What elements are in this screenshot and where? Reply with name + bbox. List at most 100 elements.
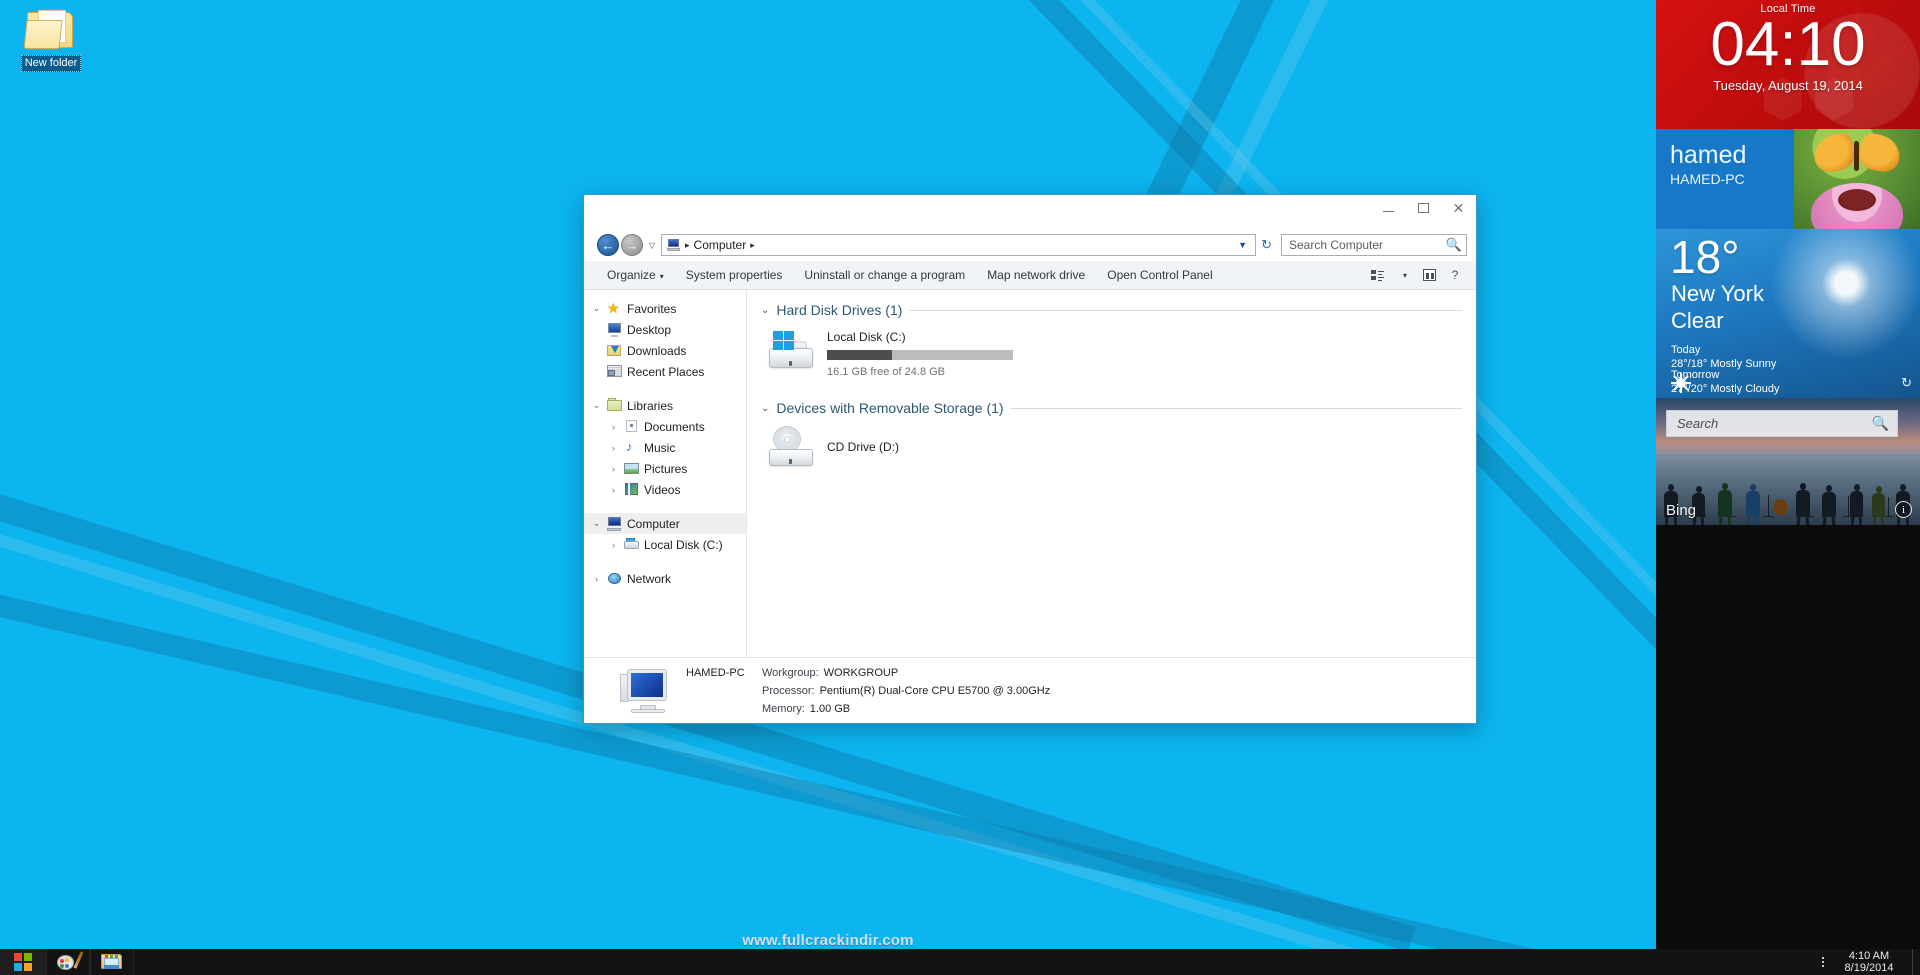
chevron-right-icon[interactable]: ›: [590, 574, 603, 584]
forward-button[interactable]: →: [621, 234, 643, 256]
navigation-pane[interactable]: ⌄ ★ Favorites Desktop Downloads Recent P…: [584, 290, 747, 657]
breadcrumb-separator: ▸: [685, 239, 690, 250]
details-processor-value: Pentium(R) Dual-Core CPU E5700 @ 3.00GHz: [819, 684, 1051, 697]
bing-search-placeholder: Search: [1677, 416, 1719, 431]
refresh-icon[interactable]: ↻: [1258, 237, 1275, 253]
desktop-icon: [607, 322, 623, 337]
chevron-down-icon: ▽: [648, 240, 656, 250]
drive-item-local-disk-c[interactable]: Local Disk (C:) 16.1 GB free of 24.8 GB: [761, 320, 1462, 378]
chevron-down-icon[interactable]: ⌄: [590, 518, 603, 529]
chevron-down-icon[interactable]: ⌄: [590, 400, 603, 411]
downloads-icon: [607, 343, 623, 358]
window-titlebar[interactable]: ✕: [584, 195, 1476, 229]
change-view-button[interactable]: [1364, 264, 1390, 286]
sidebar-item-libraries[interactable]: ⌄ Libraries: [584, 395, 746, 416]
bing-search-input[interactable]: Search 🔍: [1666, 410, 1898, 437]
group-header-hard-disk-drives[interactable]: ⌄ Hard Disk Drives (1): [761, 302, 1462, 318]
chevron-right-icon[interactable]: ›: [607, 422, 620, 432]
chevron-down-icon[interactable]: ⌄: [761, 403, 769, 414]
chevron-down-icon[interactable]: ⌄: [590, 303, 603, 314]
refresh-icon[interactable]: ↻: [1901, 375, 1912, 391]
sidebar-item-desktop[interactable]: Desktop: [584, 319, 746, 340]
sidebar-item-music[interactable]: › ♪ Music: [584, 437, 746, 458]
details-memory-label: Memory:: [762, 702, 805, 715]
sidebar-item-favorites[interactable]: ⌄ ★ Favorites: [584, 298, 746, 319]
sidebar-item-videos[interactable]: › Videos: [584, 479, 746, 500]
minimize-button[interactable]: [1371, 195, 1406, 221]
user-account-gadget[interactable]: hamed HAMED-PC: [1656, 129, 1920, 229]
uninstall-program-button[interactable]: Uninstall or change a program: [793, 264, 976, 286]
sidebar-item-local-disk-c[interactable]: › Local Disk (C:): [584, 534, 746, 555]
back-button[interactable]: ←: [597, 234, 619, 256]
address-dropdown-icon[interactable]: ▼: [1234, 240, 1251, 250]
bing-search-gadget[interactable]: Search 🔍 Bing i: [1656, 398, 1920, 525]
group-gap: [761, 378, 1462, 400]
recent-pages-button[interactable]: ▽: [645, 241, 659, 250]
photographer-silhouette: [1822, 485, 1836, 525]
tray-overflow-icon[interactable]: [1814, 951, 1832, 973]
tripod-decor: [1843, 496, 1854, 517]
clock-gadget[interactable]: 🍁 ⬢⬢ Local Time 04:10 Tuesday, August 19…: [1656, 0, 1920, 129]
tree-gap: [584, 555, 746, 568]
view-dropdown-button[interactable]: ▾: [1390, 264, 1416, 286]
user-name: hamed: [1670, 141, 1747, 169]
sidebar-item-network[interactable]: › Network: [584, 568, 746, 589]
photographer-silhouette: [1774, 499, 1787, 515]
drive-item-cd-drive-d[interactable]: CD Drive (D:): [761, 418, 1462, 468]
maximize-button[interactable]: [1406, 195, 1441, 221]
avatar[interactable]: [1794, 129, 1920, 229]
search-placeholder: Search Computer: [1289, 238, 1384, 252]
taskbar-item-file-explorer[interactable]: [90, 949, 134, 975]
desktop-icon-new-folder[interactable]: New folder: [8, 4, 94, 72]
tray-clock[interactable]: 4:10 AM 8/19/2014: [1842, 950, 1904, 974]
window-body: ⌄ ★ Favorites Desktop Downloads Recent P…: [584, 290, 1476, 657]
taskbar[interactable]: 4:10 AM 8/19/2014: [0, 949, 1920, 975]
clock-time: 04:10: [1710, 10, 1866, 79]
content-pane[interactable]: ⌄ Hard Disk Drives (1) Local Disk (C:) 1…: [747, 290, 1476, 657]
map-network-drive-button[interactable]: Map network drive: [976, 264, 1096, 286]
chevron-down-icon[interactable]: ⌄: [761, 305, 769, 316]
sidebar-item-computer[interactable]: ⌄ Computer: [584, 513, 746, 534]
sidebar-item-label: Computer: [627, 516, 680, 531]
close-button[interactable]: ✕: [1441, 195, 1476, 221]
tree-gap: [584, 382, 746, 395]
chevron-right-icon[interactable]: ›: [607, 464, 620, 474]
photographer-silhouette: [1746, 484, 1760, 525]
chevron-right-icon[interactable]: ›: [607, 443, 620, 453]
help-button[interactable]: ?: [1442, 264, 1468, 286]
organize-button[interactable]: Organize ▾: [596, 264, 675, 286]
view-list-icon: [1370, 269, 1384, 281]
info-icon[interactable]: i: [1895, 501, 1912, 518]
preview-pane-button[interactable]: [1416, 264, 1442, 286]
file-explorer-window[interactable]: ✕ ← → ▽ ▸ Computer ▸ ▼ ↻ Search Computer…: [583, 194, 1477, 724]
start-button[interactable]: [0, 949, 46, 975]
file-explorer-icon: [101, 953, 123, 971]
weather-temperature: 18°: [1670, 231, 1740, 283]
system-tray: 4:10 AM 8/19/2014: [1814, 949, 1912, 975]
sidebar-item-label: Videos: [644, 482, 681, 497]
sidebar-item-label: Network: [627, 571, 672, 586]
system-properties-button[interactable]: System properties: [675, 264, 794, 286]
weather-gadget[interactable]: 18° New York Clear Today 28°/18° Mostly …: [1656, 229, 1920, 398]
chevron-right-icon[interactable]: ›: [607, 540, 620, 550]
desktop[interactable]: New folder www.fullcrackindir.com ✕ ← → …: [0, 0, 1920, 975]
group-header-removable-storage[interactable]: ⌄ Devices with Removable Storage (1): [761, 400, 1462, 416]
network-icon: [607, 571, 623, 586]
weather-condition: Clear: [1671, 308, 1724, 333]
gadget-sidebar[interactable]: 🍁 ⬢⬢ Local Time 04:10 Tuesday, August 19…: [1656, 0, 1920, 949]
sidebar-item-downloads[interactable]: Downloads: [584, 340, 746, 361]
breadcrumb-computer[interactable]: Computer: [694, 238, 747, 252]
taskbar-item-paint[interactable]: [46, 949, 90, 975]
chevron-right-icon[interactable]: ›: [607, 485, 620, 495]
search-input[interactable]: Search Computer 🔍: [1281, 234, 1467, 256]
watermark-text: www.fullcrackindir.com: [742, 932, 914, 949]
sidebar-item-pictures[interactable]: › Pictures: [584, 458, 746, 479]
open-control-panel-button[interactable]: Open Control Panel: [1096, 264, 1223, 286]
show-desktop-button[interactable]: [1912, 949, 1920, 975]
details-spacer: [686, 682, 762, 700]
star-icon: ★: [607, 300, 620, 316]
sidebar-item-recent-places[interactable]: Recent Places: [584, 361, 746, 382]
sidebar-item-documents[interactable]: › Documents: [584, 416, 746, 437]
breadcrumb-separator[interactable]: ▸: [750, 240, 755, 251]
breadcrumb-bar[interactable]: ▸ Computer ▸ ▼: [661, 234, 1257, 256]
